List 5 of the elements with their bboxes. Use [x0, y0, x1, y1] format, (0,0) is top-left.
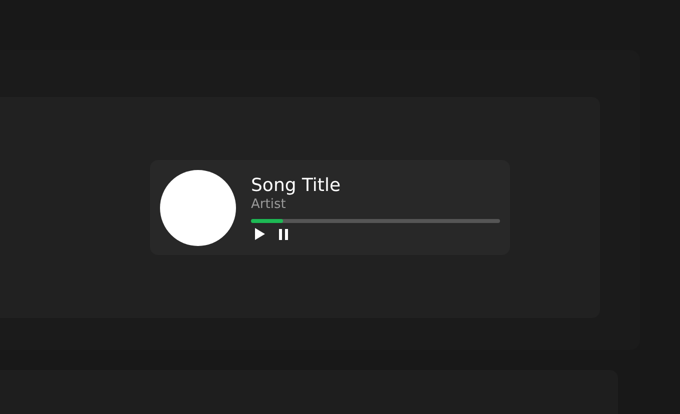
play-button[interactable] [255, 228, 265, 240]
progress-bar[interactable] [251, 218, 500, 222]
pause-button[interactable] [279, 228, 288, 240]
artist-name: Artist [251, 196, 287, 212]
song-title: Song Title [251, 174, 342, 196]
